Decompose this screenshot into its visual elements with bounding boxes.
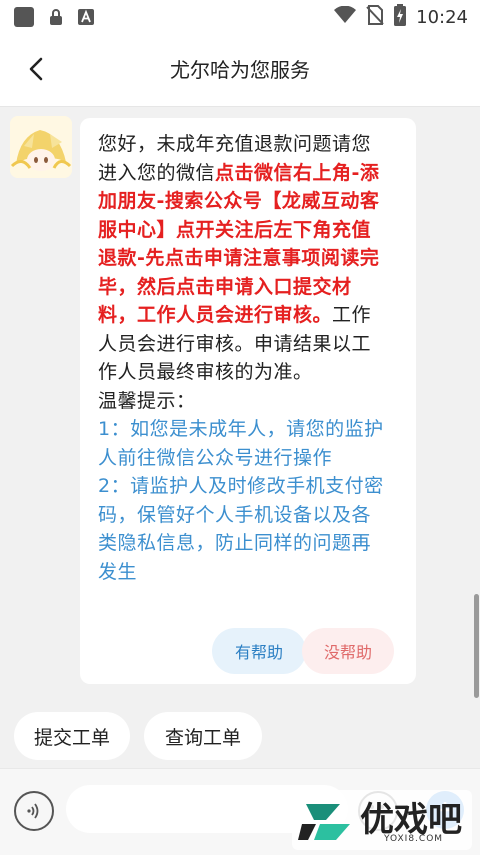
query-ticket-button[interactable]: 查询工单 (144, 712, 262, 760)
status-time: 10:24 (416, 6, 468, 28)
battery-charging-icon (394, 4, 407, 30)
message-bubble: 您好，未成年充值退款问题请您进入您的微信点击微信右上角-添加朋友-搜索公众号【龙… (80, 118, 416, 684)
font-a-icon (78, 9, 94, 25)
agent-avatar (10, 116, 72, 178)
no-sim-icon (366, 5, 384, 29)
tip-item-1: 1：如您是未成年人，请您的监护人前往微信公众号进行操作 (98, 418, 384, 469)
submit-ticket-button[interactable]: 提交工单 (14, 712, 130, 760)
lock-icon (48, 9, 64, 25)
scrollbar[interactable] (474, 594, 479, 698)
tip-item-2: 2：请监护人及时修改手机支付密码，保管好个人手机设备以及各类隐私信息，防止同样的… (98, 475, 384, 583)
voice-wave-icon[interactable] (14, 791, 54, 831)
brand-logo-icon (298, 804, 350, 840)
notification-square-icon (14, 7, 34, 27)
wifi-icon (334, 5, 357, 28)
not-helpful-button[interactable]: 没帮助 (302, 628, 394, 674)
page-title: 尤尔哈为您服务 (170, 58, 310, 82)
status-bar: 10:24 (0, 0, 480, 34)
watermark: 优戏吧 YOXI8.COM (292, 790, 472, 850)
tip-title: 温馨提示： (98, 389, 196, 412)
header-bar: 尤尔哈为您服务 (0, 34, 480, 107)
watermark-domain: YOXI8.COM (384, 834, 444, 844)
message-text: 您好，未成年充值退款问题请您进入您的微信点击微信右上角-添加朋友-搜索公众号【龙… (98, 130, 388, 586)
message-highlight: 点击微信右上角-添加朋友-搜索公众号【龙威互动客服中心】点开关注后左下角充值退款… (98, 161, 380, 327)
helpful-button[interactable]: 有帮助 (212, 628, 306, 674)
